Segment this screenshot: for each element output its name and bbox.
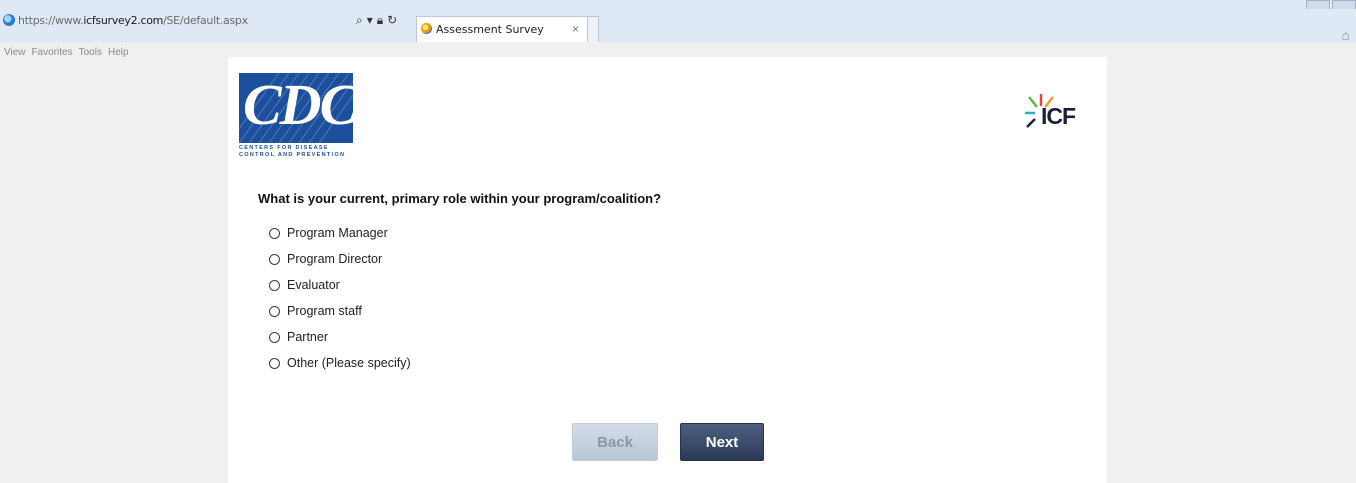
- refresh-icon[interactable]: ↻: [387, 13, 397, 27]
- menu-favorites[interactable]: Favorites: [32, 47, 73, 58]
- option-partner[interactable]: Partner: [269, 327, 328, 347]
- option-label: Evaluator: [287, 278, 340, 292]
- option-label: Program Director: [287, 252, 383, 266]
- radio-button[interactable]: [269, 357, 280, 369]
- tab-assessment-survey[interactable]: Assessment Survey ×: [416, 16, 588, 43]
- home-icon[interactable]: ⌂: [1342, 27, 1350, 43]
- radio-button[interactable]: [269, 279, 280, 291]
- radio-button[interactable]: [269, 253, 280, 265]
- address-bar: https://www.icfsurvey2.com/SE/default.as…: [0, 9, 1356, 43]
- option-other[interactable]: Other (Please specify): [269, 353, 411, 373]
- cdc-logo-box: CDC: [239, 73, 353, 143]
- option-evaluator[interactable]: Evaluator: [269, 275, 340, 295]
- back-button[interactable]: Back: [572, 423, 658, 461]
- tab-favicon-icon: [421, 23, 432, 34]
- tab-close-icon[interactable]: ×: [572, 22, 579, 36]
- browser-top-strip: [0, 0, 1356, 12]
- radio-button[interactable]: [269, 227, 280, 239]
- option-program-director[interactable]: Program Director: [269, 249, 382, 269]
- dropdown-arrow-icon[interactable]: ▾: [367, 13, 373, 27]
- option-label: Program staff: [287, 304, 362, 318]
- next-button[interactable]: Next: [680, 423, 764, 461]
- menu-view[interactable]: View: [4, 47, 26, 58]
- new-tab-button[interactable]: [587, 16, 599, 43]
- survey-page: CDC CENTERS FOR DISEASE CONTROL AND PREV…: [228, 57, 1107, 483]
- menu-bar: View Favorites Tools Help: [0, 42, 1356, 58]
- address-actions: ⌕ ▾ 🔒︎ ↻: [356, 12, 397, 28]
- cdc-logo-subtitle: CENTERS FOR DISEASE CONTROL AND PREVENTI…: [239, 145, 346, 158]
- option-label: Partner: [287, 330, 328, 344]
- icf-logo-text: ICF: [1041, 103, 1076, 129]
- icf-logo: ICF: [1021, 91, 1091, 131]
- option-program-staff[interactable]: Program staff: [269, 301, 362, 321]
- option-label: Other (Please specify): [287, 356, 411, 370]
- lock-icon: 🔒︎: [376, 12, 384, 27]
- option-label: Program Manager: [287, 226, 388, 240]
- cdc-logo: CDC CENTERS FOR DISEASE CONTROL AND PREV…: [239, 73, 355, 159]
- ie-globe-icon: [3, 14, 15, 26]
- option-program-manager[interactable]: Program Manager: [269, 223, 388, 243]
- question-text: What is your current, primary role withi…: [258, 191, 662, 206]
- search-icon[interactable]: ⌕: [356, 13, 363, 28]
- menu-help[interactable]: Help: [108, 47, 129, 58]
- menu-tools[interactable]: Tools: [79, 47, 102, 58]
- url-text: https://www.icfsurvey2.com/SE/default.as…: [18, 14, 248, 27]
- radio-button[interactable]: [269, 305, 280, 317]
- radio-button[interactable]: [269, 331, 280, 343]
- cdc-logo-letters: CDC: [243, 73, 353, 137]
- tab-title: Assessment Survey: [436, 23, 544, 36]
